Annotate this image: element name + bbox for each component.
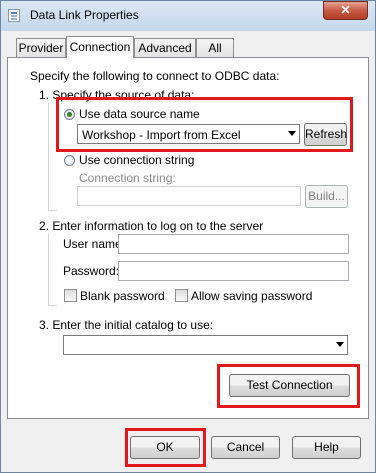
window-title: Data Link Properties: [30, 8, 139, 22]
tab-all[interactable]: All: [196, 38, 234, 57]
ok-highlight-box: [125, 428, 206, 467]
data-link-icon: [8, 9, 20, 22]
username-label: User name:: [63, 237, 126, 251]
connstr-field-label: Connection string:: [79, 171, 176, 185]
build-button[interactable]: Build...: [305, 185, 348, 208]
password-label: Password:: [63, 264, 120, 278]
dsn-highlight-box: [56, 97, 353, 152]
tab-advanced[interactable]: Advanced: [134, 38, 196, 57]
tab-provider[interactable]: Provider: [16, 38, 66, 57]
use-connstr-radio[interactable]: [64, 155, 75, 166]
close-icon: ✕: [340, 3, 351, 17]
connstr-input[interactable]: [77, 186, 301, 206]
tab-connection[interactable]: Connection: [66, 36, 134, 58]
help-button[interactable]: Help: [292, 436, 361, 459]
step3-label: 3. Enter the initial catalog to use:: [39, 318, 214, 332]
close-button[interactable]: ✕: [323, 1, 368, 20]
allow-saving-password-checkbox[interactable]: [175, 289, 188, 302]
chevron-down-icon: [336, 342, 344, 347]
step2-label: 2. Enter information to log on to the se…: [39, 219, 264, 233]
username-input[interactable]: [118, 234, 349, 254]
allow-saving-password-label[interactable]: Allow saving password: [191, 289, 312, 303]
cancel-button[interactable]: Cancel: [211, 436, 280, 459]
blank-password-label[interactable]: Blank password: [80, 289, 165, 303]
intro-text: Specify the following to connect to ODBC…: [30, 69, 280, 83]
password-input[interactable]: [118, 261, 349, 281]
use-connstr-label[interactable]: Use connection string: [79, 153, 194, 167]
initial-catalog-dropdown[interactable]: [63, 335, 348, 355]
blank-password-checkbox[interactable]: [64, 289, 77, 302]
test-connection-highlight-box: [217, 364, 360, 408]
step2-group-line: [48, 234, 57, 306]
